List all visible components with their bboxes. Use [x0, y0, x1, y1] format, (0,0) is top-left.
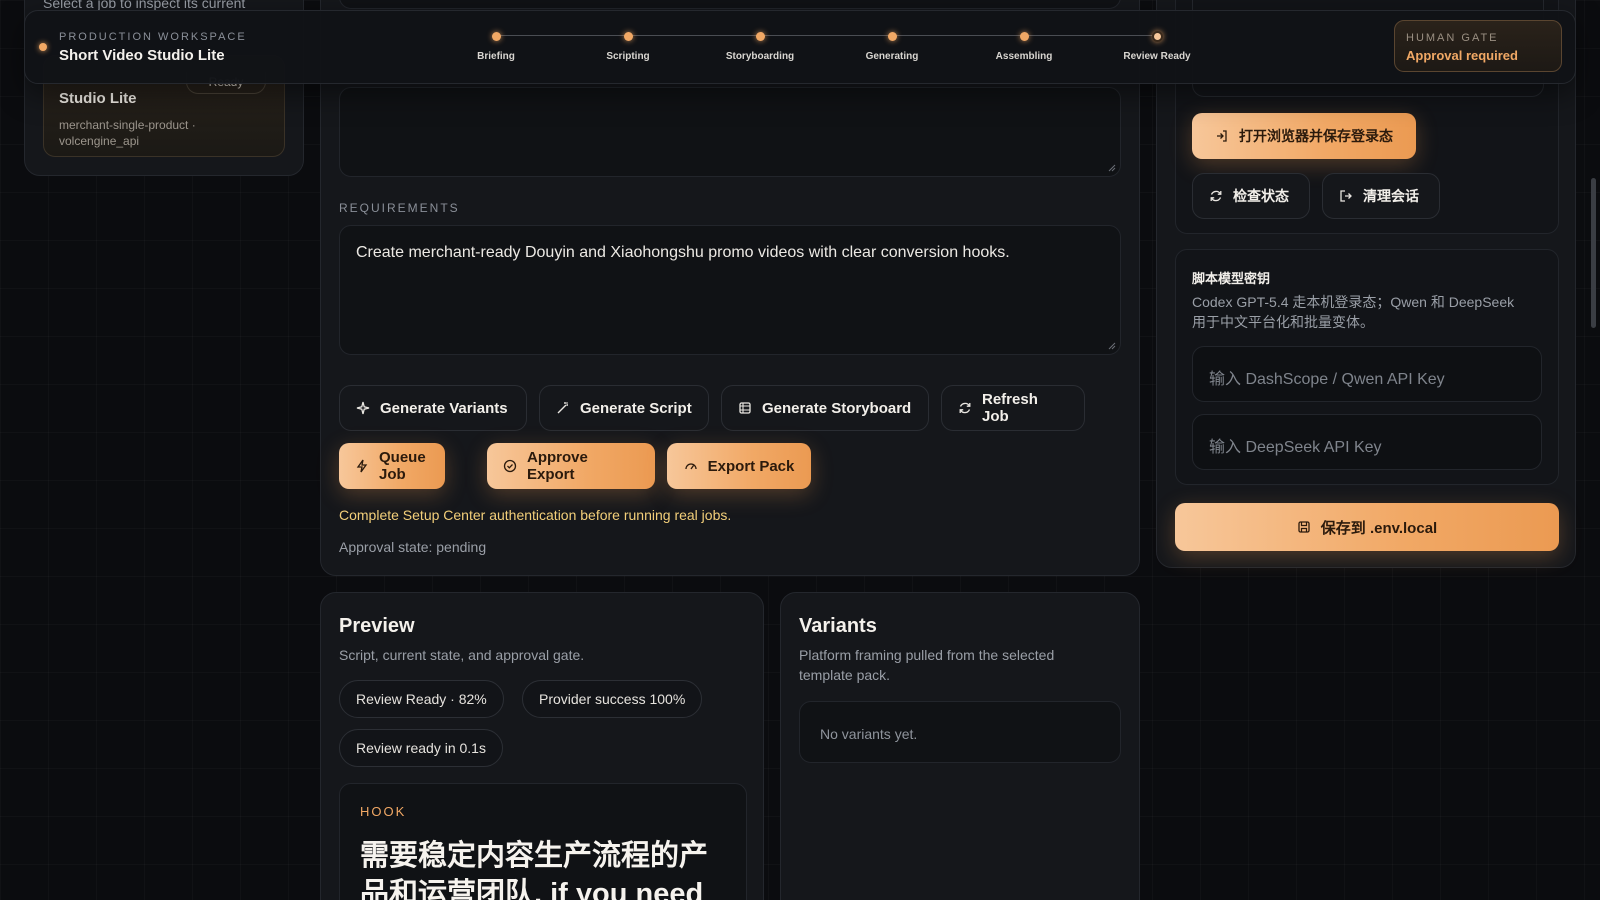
status-dot-icon	[39, 43, 47, 51]
workspace-title: Short Video Studio Lite	[59, 47, 225, 64]
page-scrollbar[interactable]	[1591, 178, 1596, 328]
workspace-header: PRODUCTION WORKSPACE Short Video Studio …	[24, 10, 1576, 84]
resize-handle-icon[interactable]	[1106, 162, 1116, 172]
variants-subtitle-1: Platform framing pulled from the selecte…	[799, 647, 1055, 663]
hook-text-2: 品和运营团队, if you need	[360, 878, 704, 900]
auth-warning: Complete Setup Center authentication bef…	[339, 507, 732, 523]
generate-storyboard-button[interactable]: Generate Storyboard	[721, 385, 929, 431]
review-time-pill: Review ready in 0.1s	[339, 729, 503, 767]
hook-text-1: 需要稳定内容生产流程的产	[360, 840, 709, 872]
stage-briefing[interactable]: Briefing	[441, 1, 551, 62]
open-browser-button[interactable]: 打开浏览器并保存登录态	[1192, 113, 1416, 159]
job-title: Studio Lite	[59, 90, 137, 107]
stage-scripting[interactable]: Scripting	[573, 1, 683, 62]
variants-empty-text: No variants yet.	[820, 726, 918, 742]
sparkle-icon	[356, 401, 370, 415]
job-meta-2: volcengine_api	[59, 134, 140, 148]
workspace-eyebrow: PRODUCTION WORKSPACE	[59, 31, 247, 43]
logout-icon	[1339, 189, 1353, 203]
deepseek-api-key-placeholder: 输入 DeepSeek API Key	[1209, 439, 1382, 456]
qwen-api-key-placeholder: 输入 DashScope / Qwen API Key	[1209, 371, 1445, 388]
stage-assembling[interactable]: Assembling	[969, 1, 1079, 62]
variants-panel: Variants Platform framing pulled from th…	[780, 592, 1140, 900]
model-keys-desc-2: 用于中文平台化和批量变体。	[1192, 314, 1374, 330]
generate-script-button[interactable]: Generate Script	[539, 385, 709, 431]
refresh-icon	[1209, 189, 1223, 203]
login-icon	[1215, 129, 1229, 143]
job-form-panel: REQUIREMENTS Create merchant-ready Douyi…	[320, 0, 1140, 576]
hook-card: HOOK 需要稳定内容生产流程的产 品和运营团队, if you need	[339, 783, 747, 900]
qwen-api-key-input[interactable]: 输入 DashScope / Qwen API Key	[1192, 346, 1542, 402]
stage-review-ready[interactable]: Review Ready	[1102, 0, 1212, 62]
queue-job-button[interactable]: Queue Job	[339, 443, 445, 489]
stage-generating[interactable]: Generating	[837, 1, 947, 62]
film-icon	[738, 401, 752, 415]
gauge-icon	[684, 459, 698, 473]
stage-storyboarding[interactable]: Storyboarding	[705, 1, 815, 62]
preview-title: Preview	[339, 615, 415, 637]
export-pack-button[interactable]: Export Pack	[667, 443, 811, 489]
refresh-job-button[interactable]: Refresh Job	[941, 385, 1085, 431]
requirements-label: REQUIREMENTS	[339, 201, 460, 215]
provider-success-pill: Provider success 100%	[522, 680, 703, 718]
check-circle-icon	[503, 459, 517, 473]
human-gate-value: Approval required	[1406, 48, 1518, 63]
requirements-textarea[interactable]: Create merchant-ready Douyin and Xiaohon…	[339, 225, 1121, 355]
requirements-value: Create merchant-ready Douyin and Xiaohon…	[356, 244, 1010, 261]
model-keys-title: 脚本模型密钥	[1192, 271, 1271, 286]
generate-variants-button[interactable]: Generate Variants	[339, 385, 527, 431]
human-gate-badge: HUMAN GATE Approval required	[1394, 20, 1562, 72]
approve-export-button[interactable]: Approve Export	[487, 443, 655, 489]
model-keys-section: 脚本模型密钥 Codex GPT-5.4 走本机登录态；Qwen 和 DeepS…	[1175, 249, 1559, 485]
notes-textarea[interactable]	[339, 87, 1121, 177]
preview-panel: Preview Script, current state, and appro…	[320, 592, 764, 900]
hook-label: HOOK	[360, 804, 407, 819]
resize-handle-icon[interactable]	[1106, 340, 1116, 350]
clear-session-button[interactable]: 清理会话	[1322, 173, 1440, 219]
human-gate-label: HUMAN GATE	[1406, 32, 1499, 44]
preview-subtitle: Script, current state, and approval gate…	[339, 647, 585, 663]
save-icon	[1297, 520, 1311, 534]
setup-center-panel: 别 打开浏览器并保存登录态 检查状态 清理会话 脚本模型密钥 Codex GPT…	[1156, 0, 1576, 568]
model-keys-desc-1: Codex GPT-5.4 走本机登录态；Qwen 和 DeepSeek	[1192, 294, 1515, 310]
variants-title: Variants	[799, 615, 877, 637]
lightning-icon	[355, 459, 369, 473]
review-progress-pill: Review Ready · 82%	[339, 680, 504, 718]
check-status-button[interactable]: 检查状态	[1192, 173, 1310, 219]
deepseek-api-key-input[interactable]: 输入 DeepSeek API Key	[1192, 414, 1542, 470]
refresh-icon	[958, 401, 972, 415]
variants-empty-state: No variants yet.	[799, 701, 1121, 763]
approval-state: Approval state: pending	[339, 539, 487, 555]
variants-subtitle-2: template pack.	[799, 667, 891, 683]
save-env-button[interactable]: 保存到 .env.local	[1175, 503, 1559, 551]
wand-icon	[556, 401, 570, 415]
job-meta-1: merchant-single-product ·	[59, 118, 196, 132]
